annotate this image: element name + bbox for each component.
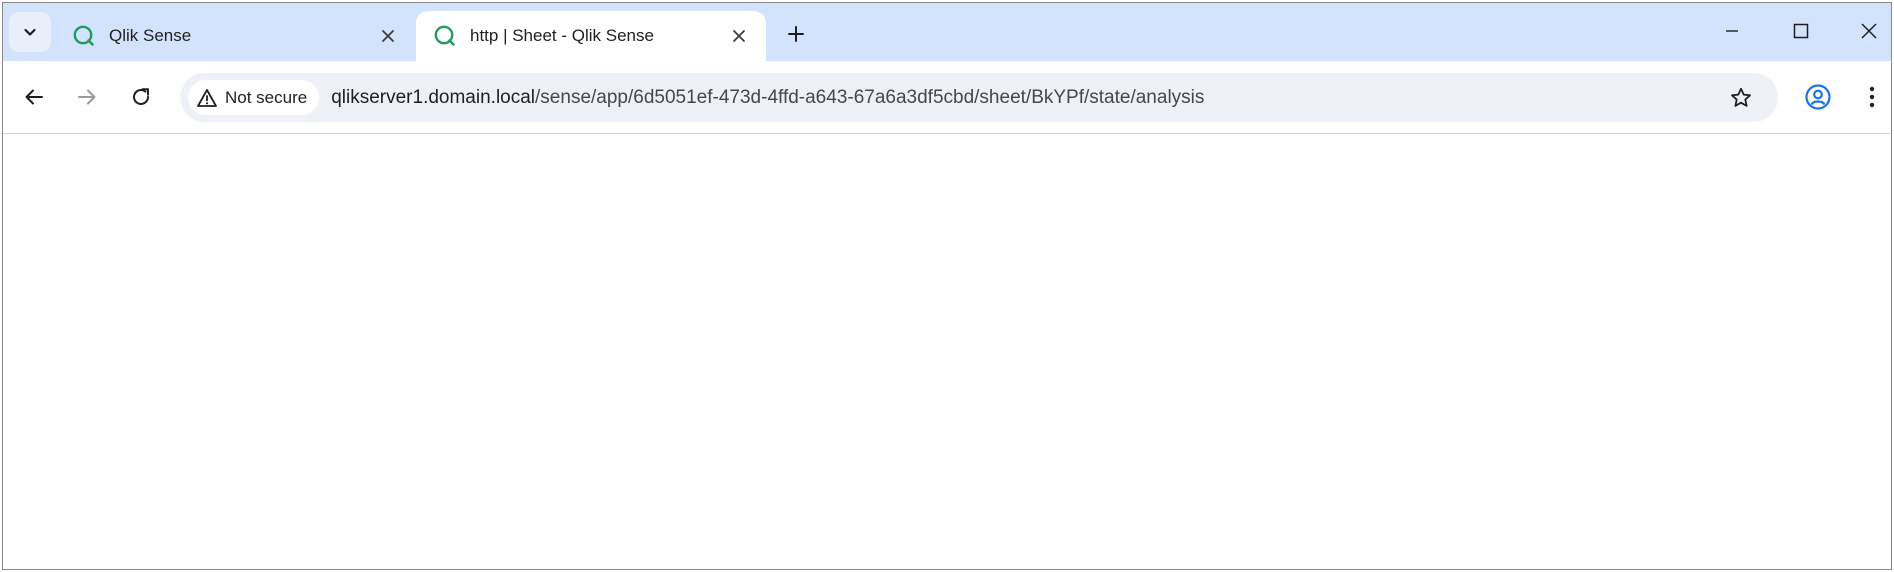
url-host: qlikserver1.domain.local bbox=[331, 86, 536, 108]
minimize-button[interactable] bbox=[1707, 11, 1757, 51]
maximize-button[interactable] bbox=[1776, 11, 1826, 51]
security-label: Not secure bbox=[225, 87, 308, 107]
tab-qlik-sense[interactable]: Qlik Sense bbox=[55, 11, 415, 61]
tab-strip: Qlik Sense http | Sheet - Qlik Sense bbox=[3, 3, 1891, 61]
page-content bbox=[3, 134, 1891, 569]
profile-icon bbox=[1805, 84, 1831, 110]
forward-button[interactable] bbox=[67, 77, 107, 117]
back-arrow-icon bbox=[25, 89, 43, 105]
minimize-icon bbox=[1726, 30, 1738, 32]
forward-arrow-icon bbox=[78, 89, 96, 105]
tab-title: http | Sheet - Qlik Sense bbox=[470, 26, 654, 45]
qlik-icon bbox=[432, 23, 458, 49]
more-menu-button[interactable] bbox=[1852, 77, 1891, 117]
address-bar[interactable]: Not secure qlikserver1.domain.local/sens… bbox=[180, 73, 1778, 122]
browser-toolbar: Not secure qlikserver1.domain.local/sens… bbox=[3, 61, 1891, 134]
plus-icon bbox=[788, 26, 804, 42]
security-chip[interactable]: Not secure bbox=[188, 80, 320, 115]
url-path: /sense/app/6d5051ef-473d-4ffd-a643-67a6a… bbox=[535, 86, 1205, 108]
reload-button[interactable] bbox=[121, 77, 161, 117]
maximize-icon bbox=[1793, 23, 1809, 39]
browser-window: Qlik Sense http | Sheet - Qlik Sense Not… bbox=[2, 2, 1892, 570]
reload-icon bbox=[133, 88, 149, 105]
close-tab-icon[interactable] bbox=[373, 21, 403, 51]
bookmark-star-button[interactable] bbox=[1724, 81, 1758, 115]
chevron-down-icon bbox=[24, 28, 36, 36]
tab-sheet-qlik-sense[interactable]: http | Sheet - Qlik Sense bbox=[416, 11, 766, 61]
tab-title: Qlik Sense bbox=[109, 26, 192, 45]
qlik-icon bbox=[71, 23, 97, 49]
back-button[interactable] bbox=[14, 77, 54, 117]
close-tab-icon[interactable] bbox=[724, 21, 754, 51]
tab-search-button[interactable] bbox=[9, 12, 51, 52]
url-text[interactable]: qlikserver1.domain.local/sense/app/6d505… bbox=[331, 87, 1204, 109]
new-tab-button[interactable] bbox=[779, 17, 813, 51]
profile-button[interactable] bbox=[1798, 77, 1838, 117]
window-close-icon bbox=[1861, 23, 1877, 39]
window-close-button[interactable] bbox=[1844, 11, 1891, 51]
warning-icon bbox=[196, 87, 218, 109]
more-vert-icon bbox=[1869, 86, 1875, 108]
star-icon bbox=[1731, 87, 1751, 107]
